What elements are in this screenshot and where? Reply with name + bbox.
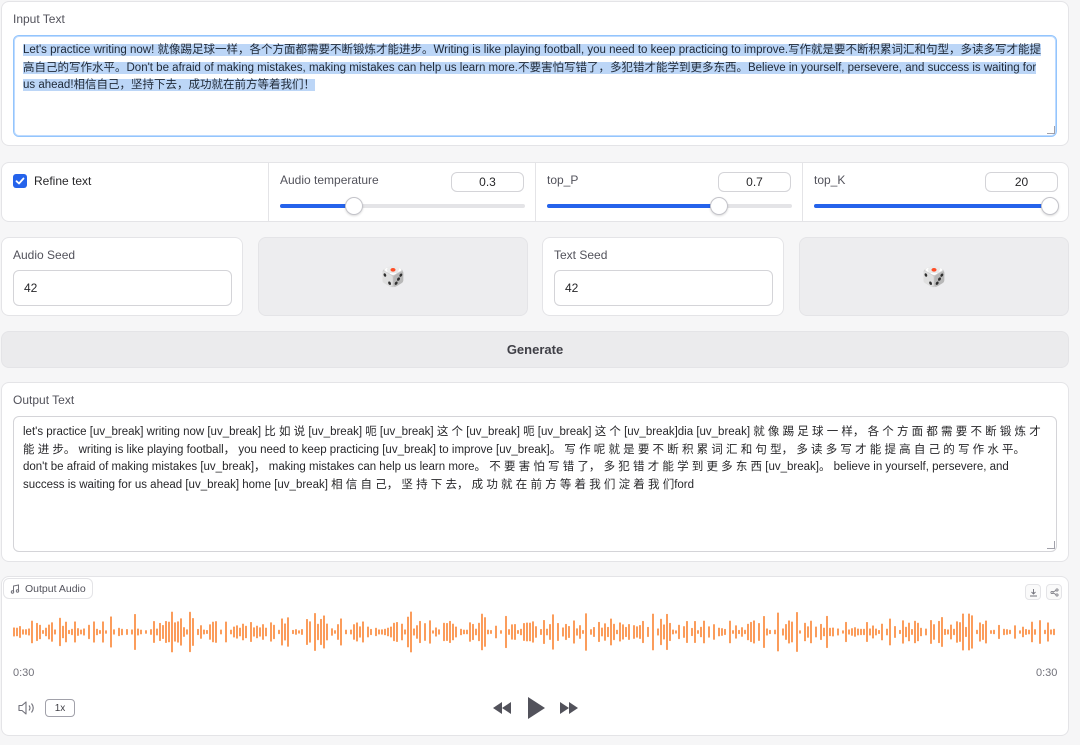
fast-forward-button[interactable] xyxy=(558,700,580,716)
output-audio-label: Output Audio xyxy=(25,582,86,595)
top-k-label: top_K xyxy=(814,173,846,187)
rewind-icon xyxy=(493,702,511,714)
dice-icon: 🎲 xyxy=(380,266,406,288)
input-textarea[interactable]: Let's practice writing now! 就像踢足球一样，各个方面… xyxy=(13,35,1057,137)
top-p-slider-thumb[interactable] xyxy=(709,197,728,215)
top-p-slider-fill xyxy=(547,204,719,208)
download-button[interactable] xyxy=(1025,584,1041,600)
rewind-button[interactable] xyxy=(491,700,513,716)
audio-temperature-input[interactable]: 0.3 xyxy=(451,172,524,192)
audio-seed-input[interactable]: 42 xyxy=(13,270,232,306)
text-seed-dice-button[interactable]: 🎲 xyxy=(799,237,1069,316)
audio-temperature-slider[interactable] xyxy=(280,197,525,215)
divider xyxy=(268,163,269,221)
audio-waveform[interactable] xyxy=(12,607,1058,657)
text-seed-label: Text Seed xyxy=(554,248,608,262)
top-k-input[interactable]: 20 xyxy=(985,172,1058,192)
volume-icon xyxy=(18,701,34,715)
audio-temperature-slider-fill xyxy=(280,204,354,208)
output-resize-handle[interactable] xyxy=(1047,541,1055,549)
top-k-slider-thumb[interactable] xyxy=(1041,197,1059,215)
share-icon xyxy=(1049,587,1059,597)
input-text-label: Input Text xyxy=(13,12,65,26)
top-p-label: top_P xyxy=(547,173,579,187)
top-k-slider[interactable] xyxy=(814,197,1059,215)
top-p-slider[interactable] xyxy=(547,197,792,215)
audio-seed-dice-button[interactable]: 🎲 xyxy=(258,237,528,316)
output-text-label: Output Text xyxy=(13,393,75,407)
top-k-slider-fill xyxy=(814,204,1050,208)
duration-time: 0:30 xyxy=(1036,667,1058,679)
playback-speed-button[interactable]: 1x xyxy=(45,699,75,717)
refine-text-checkbox[interactable] xyxy=(13,174,27,188)
audio-temperature-slider-thumb[interactable] xyxy=(344,197,363,215)
download-icon xyxy=(1029,588,1037,596)
fast-forward-icon xyxy=(560,702,578,714)
input-resize-handle[interactable] xyxy=(1047,126,1055,134)
refine-text-label: Refine text xyxy=(34,174,92,188)
divider xyxy=(535,163,536,221)
dice-icon: 🎲 xyxy=(921,266,947,288)
current-time: 0:30 xyxy=(13,667,35,679)
music-note-icon xyxy=(10,583,20,594)
audio-seed-label: Audio Seed xyxy=(13,248,76,262)
divider xyxy=(802,163,803,221)
generate-button[interactable]: Generate xyxy=(1,331,1069,368)
check-icon xyxy=(15,177,25,185)
input-text-value: Let's practice writing now! 就像踢足球一样，各个方面… xyxy=(23,44,1042,91)
output-textarea[interactable]: let's practice [uv_break] writing now [u… xyxy=(13,416,1057,552)
volume-button[interactable] xyxy=(17,699,37,717)
play-button[interactable] xyxy=(525,695,547,721)
share-button[interactable] xyxy=(1046,584,1062,600)
audio-temperature-label: Audio temperature xyxy=(280,173,379,187)
top-p-input[interactable]: 0.7 xyxy=(718,172,791,192)
text-seed-input[interactable]: 42 xyxy=(554,270,773,306)
play-icon xyxy=(528,697,545,719)
output-audio-label-tag: Output Audio xyxy=(3,578,93,599)
output-text-value: let's practice [uv_break] writing now [u… xyxy=(23,426,1041,491)
